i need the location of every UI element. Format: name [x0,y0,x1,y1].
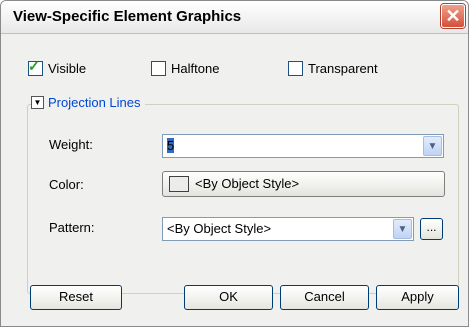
reset-button[interactable]: Reset [30,285,122,310]
weight-label: Weight: [49,137,93,152]
collapse-arrow-icon[interactable]: ▼ [31,96,44,109]
title-bar[interactable]: View-Specific Element Graphics ✕ [1,1,468,34]
projection-lines-group [27,104,459,294]
pattern-browse-button[interactable]: ... [420,218,443,240]
pattern-value: <By Object Style> [167,221,272,236]
apply-button[interactable]: Apply [376,285,459,310]
color-swatch [169,176,189,192]
transparent-checkbox[interactable]: Transparent [288,61,378,76]
transparent-label: Transparent [308,61,378,76]
halftone-checkbox-box[interactable] [151,61,166,76]
pattern-select[interactable]: <By Object Style> ▼ [162,217,414,241]
color-label: Color: [49,177,84,192]
visible-checkbox[interactable]: ✓ Visible [28,58,87,76]
cancel-button[interactable]: Cancel [280,285,369,310]
projection-lines-title: Projection Lines [48,95,141,110]
color-value: <By Object Style> [195,176,300,191]
transparent-checkbox-box[interactable] [288,61,303,76]
pattern-label: Pattern: [49,220,95,235]
check-icon: ✓ [28,58,40,74]
ok-button[interactable]: OK [184,285,273,310]
weight-select[interactable]: 5 ▼ [162,134,444,158]
chevron-down-icon[interactable]: ▼ [393,219,412,239]
halftone-label: Halftone [171,61,220,76]
color-button[interactable]: <By Object Style> [162,171,445,197]
dialog-window: View-Specific Element Graphics ✕ ✓ Visib… [0,0,469,327]
dialog-title: View-Specific Element Graphics [13,8,242,25]
visible-label: Visible [48,61,87,76]
close-icon: ✕ [445,6,461,26]
dialog-body: ✓ Visible Halftone Transparent ▼ Project… [1,34,468,326]
weight-value: 5 [167,138,175,153]
projection-lines-header[interactable]: ▼ Projection Lines [31,95,145,110]
halftone-checkbox[interactable]: Halftone [151,61,219,76]
visible-checkbox-box[interactable]: ✓ [28,58,43,76]
close-button[interactable]: ✕ [441,4,465,28]
chevron-down-icon[interactable]: ▼ [423,136,442,156]
